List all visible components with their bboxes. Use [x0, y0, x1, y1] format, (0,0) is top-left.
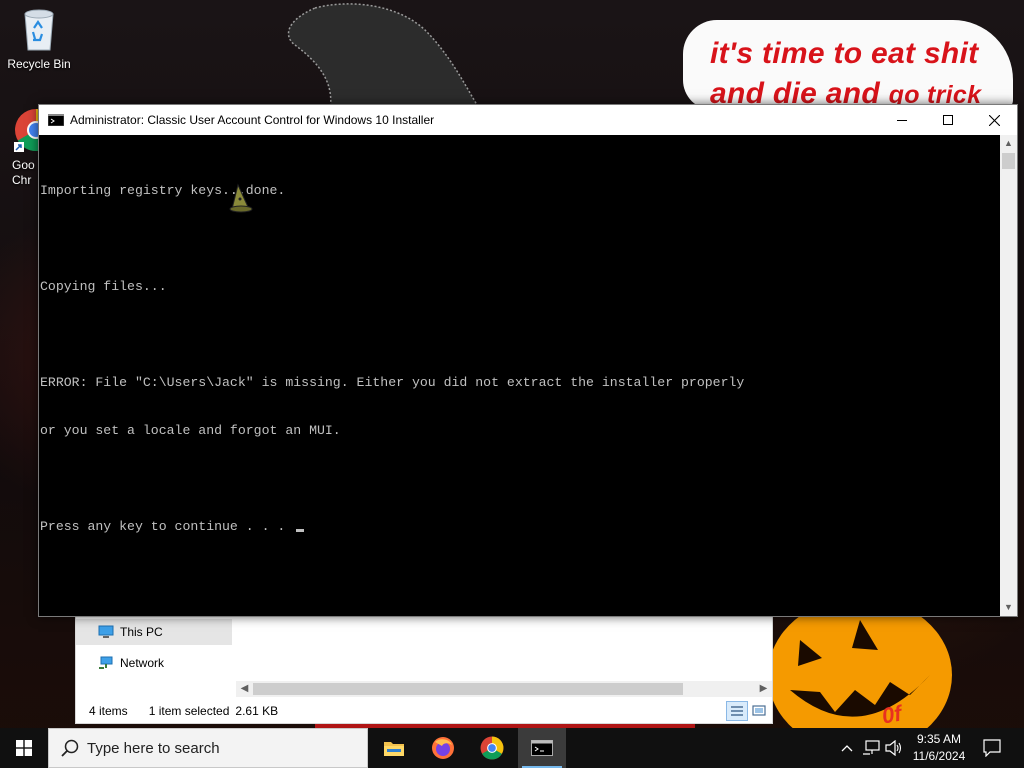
details-view-icon [731, 706, 743, 716]
console-line: ERROR: File "C:\Users\Jack" is missing. … [40, 375, 745, 390]
network-icon [99, 656, 113, 669]
console-line: Press any key to continue . . . [40, 519, 294, 534]
scroll-left-icon[interactable]: ◀ [236, 681, 253, 697]
close-icon [988, 114, 1000, 126]
minimize-button[interactable] [879, 105, 925, 135]
start-button[interactable] [0, 728, 48, 768]
console-window[interactable]: Administrator: Classic User Account Cont… [38, 104, 1018, 617]
folder-icon [384, 742, 404, 756]
scrollbar-thumb[interactable] [253, 683, 683, 695]
witch-hat-graphic [287, 3, 481, 110]
firefox-icon [432, 737, 454, 759]
nav-item-label: Network [120, 656, 165, 670]
console-line: Importing registry keys...done. [40, 183, 286, 198]
explorer-status-bar: 4 items 1 item selected 2.61 KB [76, 699, 772, 723]
taskbar-app-file-explorer[interactable] [370, 728, 418, 768]
notification-center-button[interactable] [978, 728, 1006, 768]
show-hidden-icons-button[interactable] [836, 728, 858, 768]
taskbar-app-command-prompt[interactable] [518, 728, 566, 768]
clock-date: 11/6/2024 [912, 749, 966, 763]
taskbar-clock[interactable]: 9:35 AM 11/6/2024 [905, 731, 973, 765]
computer-icon [98, 625, 114, 638]
horizontal-scrollbar[interactable]: ◀ ▶ [236, 681, 772, 697]
search-placeholder: Type here to search [87, 739, 220, 757]
maximize-icon [943, 115, 953, 125]
volume-icon [885, 740, 902, 756]
wallpaper-sign-text: it's time to eat shit and die and go tri… [710, 37, 982, 110]
network-tray-button[interactable] [860, 728, 882, 768]
scroll-down-icon[interactable]: ▼ [1000, 599, 1017, 616]
chevron-up-icon [841, 745, 853, 752]
item-count: 4 items [89, 704, 128, 718]
wallpaper-corner-text: 0f [879, 700, 904, 729]
witch-hat-cursor-icon [229, 183, 253, 213]
large-icons-view-button[interactable] [748, 701, 770, 721]
search-icon [61, 739, 79, 757]
windows-logo-icon [16, 740, 32, 756]
selection-count: 1 item selected [148, 704, 230, 718]
text-cursor [296, 529, 305, 532]
maximize-button[interactable] [925, 105, 971, 135]
large-icons-view-icon [752, 705, 766, 716]
taskbar-app-chrome[interactable] [468, 728, 516, 768]
taskbar: Type here to search 9:35 AM 11/6/2024 [0, 728, 1024, 768]
cmd-icon [48, 114, 64, 126]
vertical-scrollbar[interactable]: ▲ ▼ [1000, 135, 1017, 616]
minimize-icon [897, 120, 907, 121]
taskbar-search-box[interactable]: Type here to search [48, 728, 368, 768]
file-explorer-window: This PC Network ◀ ▶ 4 items 1 item selec… [75, 612, 773, 724]
recycle-bin-icon [24, 9, 54, 51]
console-line: or you set a locale and forgot an MUI. [40, 423, 341, 438]
nav-item-network[interactable]: Network [76, 650, 232, 676]
scrollbar-thumb[interactable] [1002, 153, 1015, 169]
pumpkin-graphic [768, 600, 952, 740]
cmd-icon [531, 740, 553, 756]
console-output[interactable]: Importing registry keys...done. Copying … [40, 151, 995, 567]
desktop-icon-recycle-bin[interactable]: Recycle Bin [2, 6, 76, 71]
chrome-icon [480, 736, 504, 760]
network-icon [863, 740, 880, 755]
console-titlebar[interactable]: Administrator: Classic User Account Cont… [39, 105, 1017, 135]
nav-item-this-pc[interactable]: This PC [76, 619, 232, 645]
console-line: Copying files... [40, 279, 167, 294]
clock-time: 9:35 AM [916, 732, 962, 746]
selection-size: 2.61 KB [235, 704, 279, 718]
shortcut-arrow-icon [14, 142, 24, 152]
close-button[interactable] [971, 105, 1017, 135]
volume-tray-button[interactable] [883, 728, 905, 768]
scroll-right-icon[interactable]: ▶ [755, 681, 772, 697]
details-view-button[interactable] [726, 701, 748, 721]
taskbar-app-firefox[interactable] [419, 728, 467, 768]
scroll-up-icon[interactable]: ▲ [1000, 135, 1017, 152]
notification-icon [983, 739, 1001, 757]
console-title: Administrator: Classic User Account Cont… [70, 113, 435, 127]
desktop-icon-label: Recycle Bin [7, 57, 71, 71]
nav-item-label: This PC [120, 625, 163, 639]
